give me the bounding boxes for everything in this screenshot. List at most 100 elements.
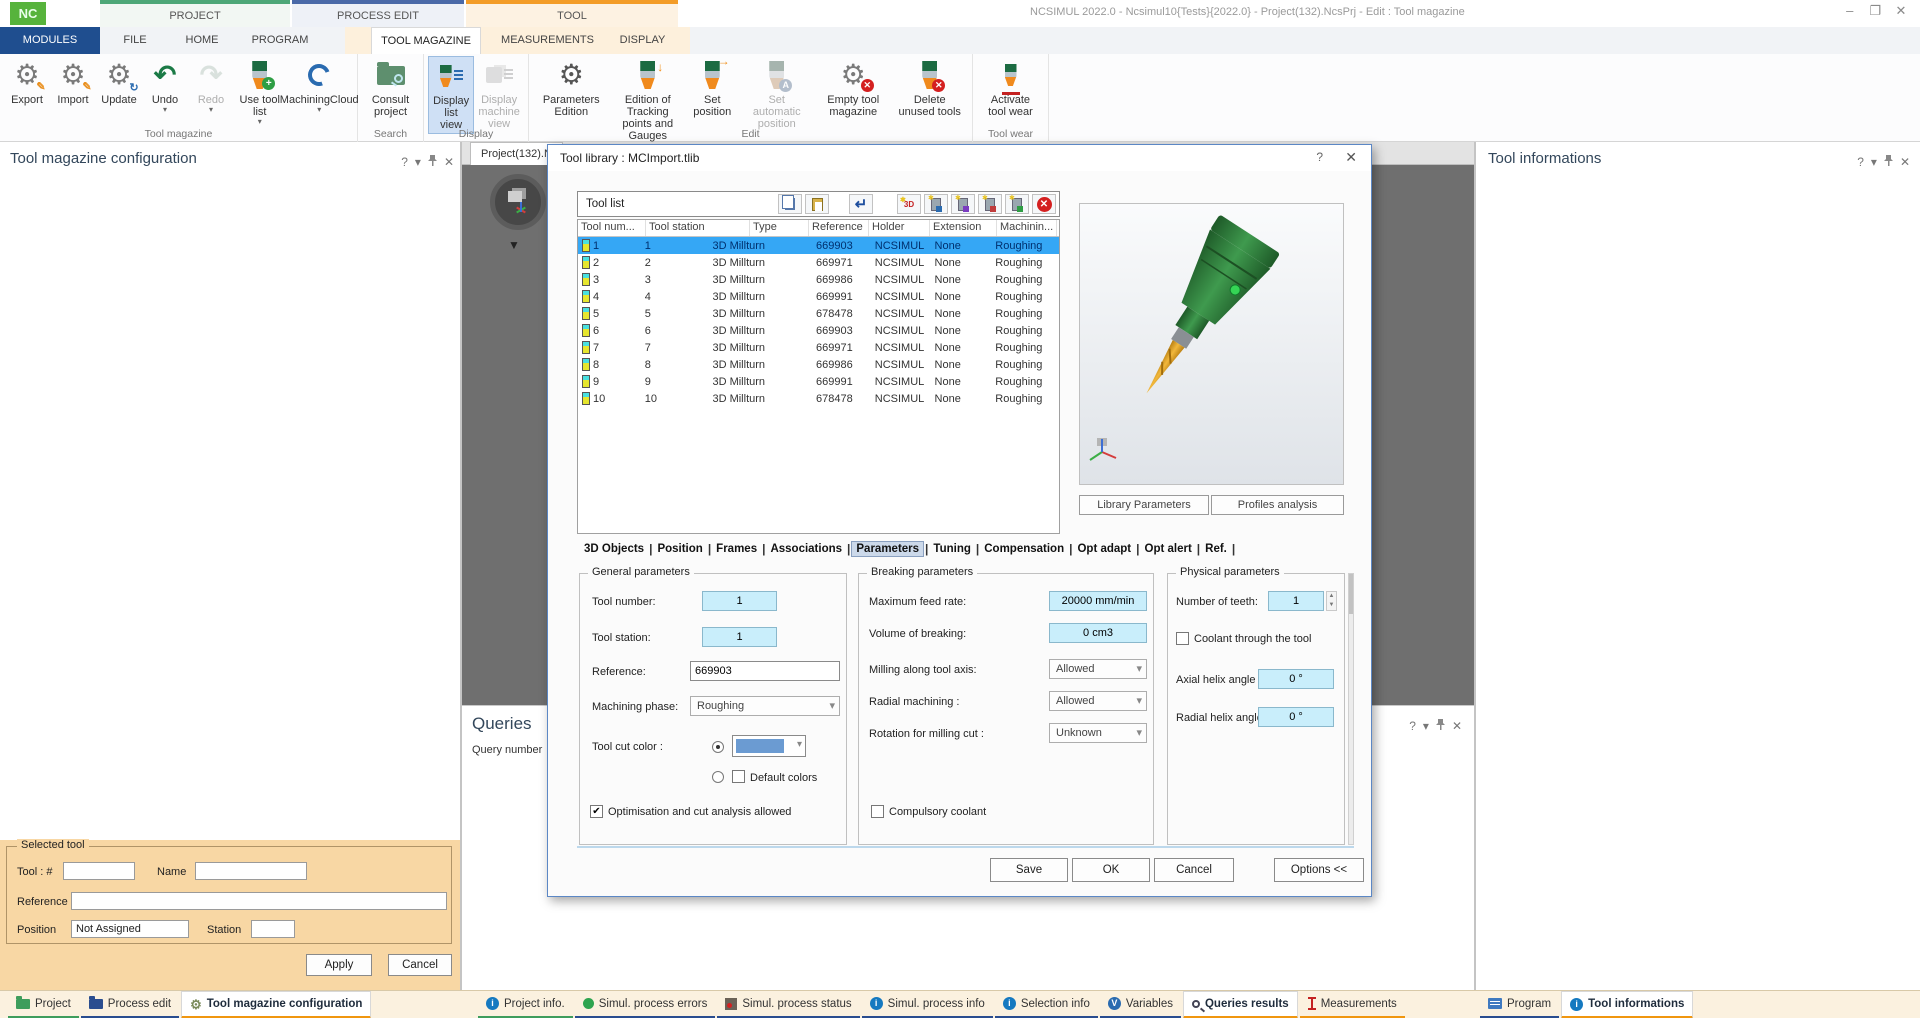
status-tab[interactable]: Selection info: [995, 991, 1098, 1018]
undo-button[interactable]: ↶ Undo ▾: [142, 56, 188, 115]
status-tab[interactable]: Queries results: [1183, 991, 1298, 1018]
dialog-tab[interactable]: Opt adapt: [1073, 542, 1135, 556]
column-header[interactable]: Tool station: [646, 220, 750, 236]
help-icon[interactable]: ?: [1857, 155, 1864, 169]
status-tab[interactable]: Tool informations: [1561, 991, 1693, 1018]
cancel-button[interactable]: Cancel: [388, 954, 452, 976]
new-3d-tool-button[interactable]: 3D: [897, 194, 921, 214]
chevron-down-icon[interactable]: ▾: [415, 155, 421, 169]
redo-button[interactable]: ↷ Redo ▾: [188, 56, 234, 115]
panel-tab[interactable]: Tool magazine configuration: [181, 991, 371, 1018]
table-row[interactable]: 8 8 3D Millturn 669986 NCSIMUL None Roug…: [578, 356, 1059, 373]
tool-number-value[interactable]: 1: [702, 591, 777, 611]
undo-dropdown-caret[interactable]: ▾: [163, 106, 167, 113]
delete-unused-button[interactable]: ✕ Delete unused tools: [891, 56, 968, 120]
number-teeth-value[interactable]: 1: [1268, 591, 1324, 611]
use-tool-list-button[interactable]: + Use tool list ▾: [234, 56, 285, 127]
chevron-down-icon[interactable]: ▾: [1423, 719, 1429, 733]
pin-icon[interactable]: [1884, 154, 1893, 169]
set-position-button[interactable]: → Set position: [686, 56, 738, 120]
radial-helix-value[interactable]: 0 °: [1258, 707, 1334, 727]
options-button[interactable]: Options <<: [1274, 858, 1364, 882]
pin-icon[interactable]: [1436, 718, 1445, 733]
tool-number-field[interactable]: [63, 862, 135, 880]
table-row[interactable]: 9 9 3D Millturn 669991 NCSIMUL None Roug…: [578, 373, 1059, 390]
dialog-tab[interactable]: Frames: [712, 542, 761, 556]
max-feed-rate-value[interactable]: 20000 mm/min: [1049, 591, 1147, 611]
dialog-tab[interactable]: Compensation: [980, 542, 1068, 556]
column-header[interactable]: Holder: [869, 220, 930, 236]
tool-cut-color-swatch[interactable]: [732, 735, 806, 757]
tab-tool-magazine[interactable]: TOOL MAGAZINE: [371, 27, 481, 54]
table-row[interactable]: 4 4 3D Millturn 669991 NCSIMUL None Roug…: [578, 288, 1059, 305]
tool-list-table[interactable]: Tool num...Tool stationTypeReferenceHold…: [577, 219, 1060, 534]
status-tab[interactable]: Variables: [1100, 991, 1181, 1018]
tab-display[interactable]: DISPLAY: [610, 27, 675, 54]
rotation-milling-dropdown[interactable]: Unknown: [1049, 723, 1147, 743]
table-row[interactable]: 1 1 3D Millturn 669903 NCSIMUL None Roug…: [578, 237, 1059, 254]
optimisation-checkbox[interactable]: ✔: [590, 805, 603, 818]
help-icon[interactable]: ?: [401, 155, 408, 169]
dialog-title-bar[interactable]: Tool library : MCImport.tlib ? ✕: [548, 145, 1371, 171]
status-tab[interactable]: Simul. process errors: [575, 991, 716, 1018]
dialog-tab[interactable]: Parameters: [851, 541, 924, 557]
tab-modules[interactable]: MODULES: [0, 27, 100, 54]
column-header[interactable]: Extension: [930, 220, 997, 236]
tool-3d-preview[interactable]: [1079, 203, 1344, 485]
nav-widget-caret-icon[interactable]: ▼: [508, 238, 520, 252]
status-tab[interactable]: Simul. process info: [862, 991, 993, 1018]
app-logo[interactable]: NC: [10, 2, 46, 25]
dialog-scrollbar[interactable]: [1348, 573, 1354, 845]
table-row[interactable]: 5 5 3D Millturn 678478 NCSIMUL None Roug…: [578, 305, 1059, 322]
status-tab[interactable]: Measurements: [1300, 991, 1405, 1018]
name-field[interactable]: [195, 862, 307, 880]
library-parameters-button[interactable]: Library Parameters: [1079, 495, 1209, 515]
close-icon[interactable]: ✕: [1890, 3, 1912, 19]
table-row[interactable]: 6 6 3D Millturn 669903 NCSIMUL None Roug…: [578, 322, 1059, 339]
set-auto-position-button[interactable]: A Set automatic position: [738, 56, 815, 132]
axial-helix-value[interactable]: 0 °: [1258, 669, 1334, 689]
dialog-tab[interactable]: Opt alert: [1141, 542, 1196, 556]
compulsory-coolant-checkbox[interactable]: [871, 805, 884, 818]
column-header[interactable]: Tool num...: [578, 220, 646, 236]
milling-axis-dropdown[interactable]: Allowed: [1049, 659, 1147, 679]
reference-value[interactable]: 669903: [690, 661, 840, 681]
column-header[interactable]: Machinin...: [997, 220, 1057, 236]
reference-field[interactable]: [71, 892, 447, 910]
activate-tool-wear-button[interactable]: Activate tool wear: [977, 56, 1044, 120]
profiles-analysis-button[interactable]: Profiles analysis: [1211, 495, 1344, 515]
machining-cloud-button[interactable]: MachiningCloud ▾: [285, 56, 353, 115]
tab-measurements[interactable]: MEASUREMENTS: [495, 27, 600, 54]
panel-tab[interactable]: Project: [8, 991, 79, 1018]
display-machine-view-button[interactable]: Display machine view: [474, 56, 524, 132]
export-button[interactable]: ⚙✎ Export: [4, 56, 50, 108]
dialog-tab[interactable]: 3D Objects: [580, 542, 648, 556]
dialog-tab[interactable]: Ref.: [1201, 542, 1231, 556]
machining-phase-dropdown[interactable]: Roughing: [690, 696, 840, 716]
status-tab[interactable]: Program: [1480, 991, 1559, 1018]
ok-button[interactable]: OK: [1072, 858, 1150, 882]
close-icon[interactable]: ✕: [1900, 155, 1910, 169]
dialog-help-icon[interactable]: ?: [1316, 150, 1323, 164]
update-button[interactable]: ⚙↻ Update: [96, 56, 142, 108]
chevron-down-icon[interactable]: ▾: [1871, 155, 1877, 169]
panel-tab[interactable]: Process edit: [81, 991, 179, 1018]
delete-tool-button[interactable]: ✕: [1032, 194, 1056, 214]
import-tool-button[interactable]: ↵: [849, 194, 873, 214]
tool-cut-color-radio[interactable]: [712, 741, 724, 753]
table-row[interactable]: 7 7 3D Millturn 669971 NCSIMUL None Roug…: [578, 339, 1059, 356]
dialog-tab[interactable]: Tuning: [929, 542, 974, 556]
dialog-tab[interactable]: Position: [653, 542, 706, 556]
volume-breaking-value[interactable]: 0 cm3: [1049, 623, 1147, 643]
consult-project-button[interactable]: Consult project: [362, 56, 419, 120]
maximize-icon[interactable]: ❐: [1864, 3, 1886, 19]
column-header[interactable]: Type: [750, 220, 809, 236]
new-probe-tool-button[interactable]: [1005, 194, 1029, 214]
empty-magazine-button[interactable]: ⚙✕ Empty tool magazine: [815, 56, 892, 120]
table-row[interactable]: 10 10 3D Millturn 678478 NCSIMUL None Ro…: [578, 390, 1059, 407]
teeth-spinner[interactable]: ▲▼: [1326, 591, 1337, 611]
close-icon[interactable]: ✕: [444, 155, 454, 169]
column-header[interactable]: Reference: [809, 220, 869, 236]
display-list-view-button[interactable]: Display list view: [428, 56, 474, 134]
tab-file[interactable]: FILE: [105, 27, 165, 54]
